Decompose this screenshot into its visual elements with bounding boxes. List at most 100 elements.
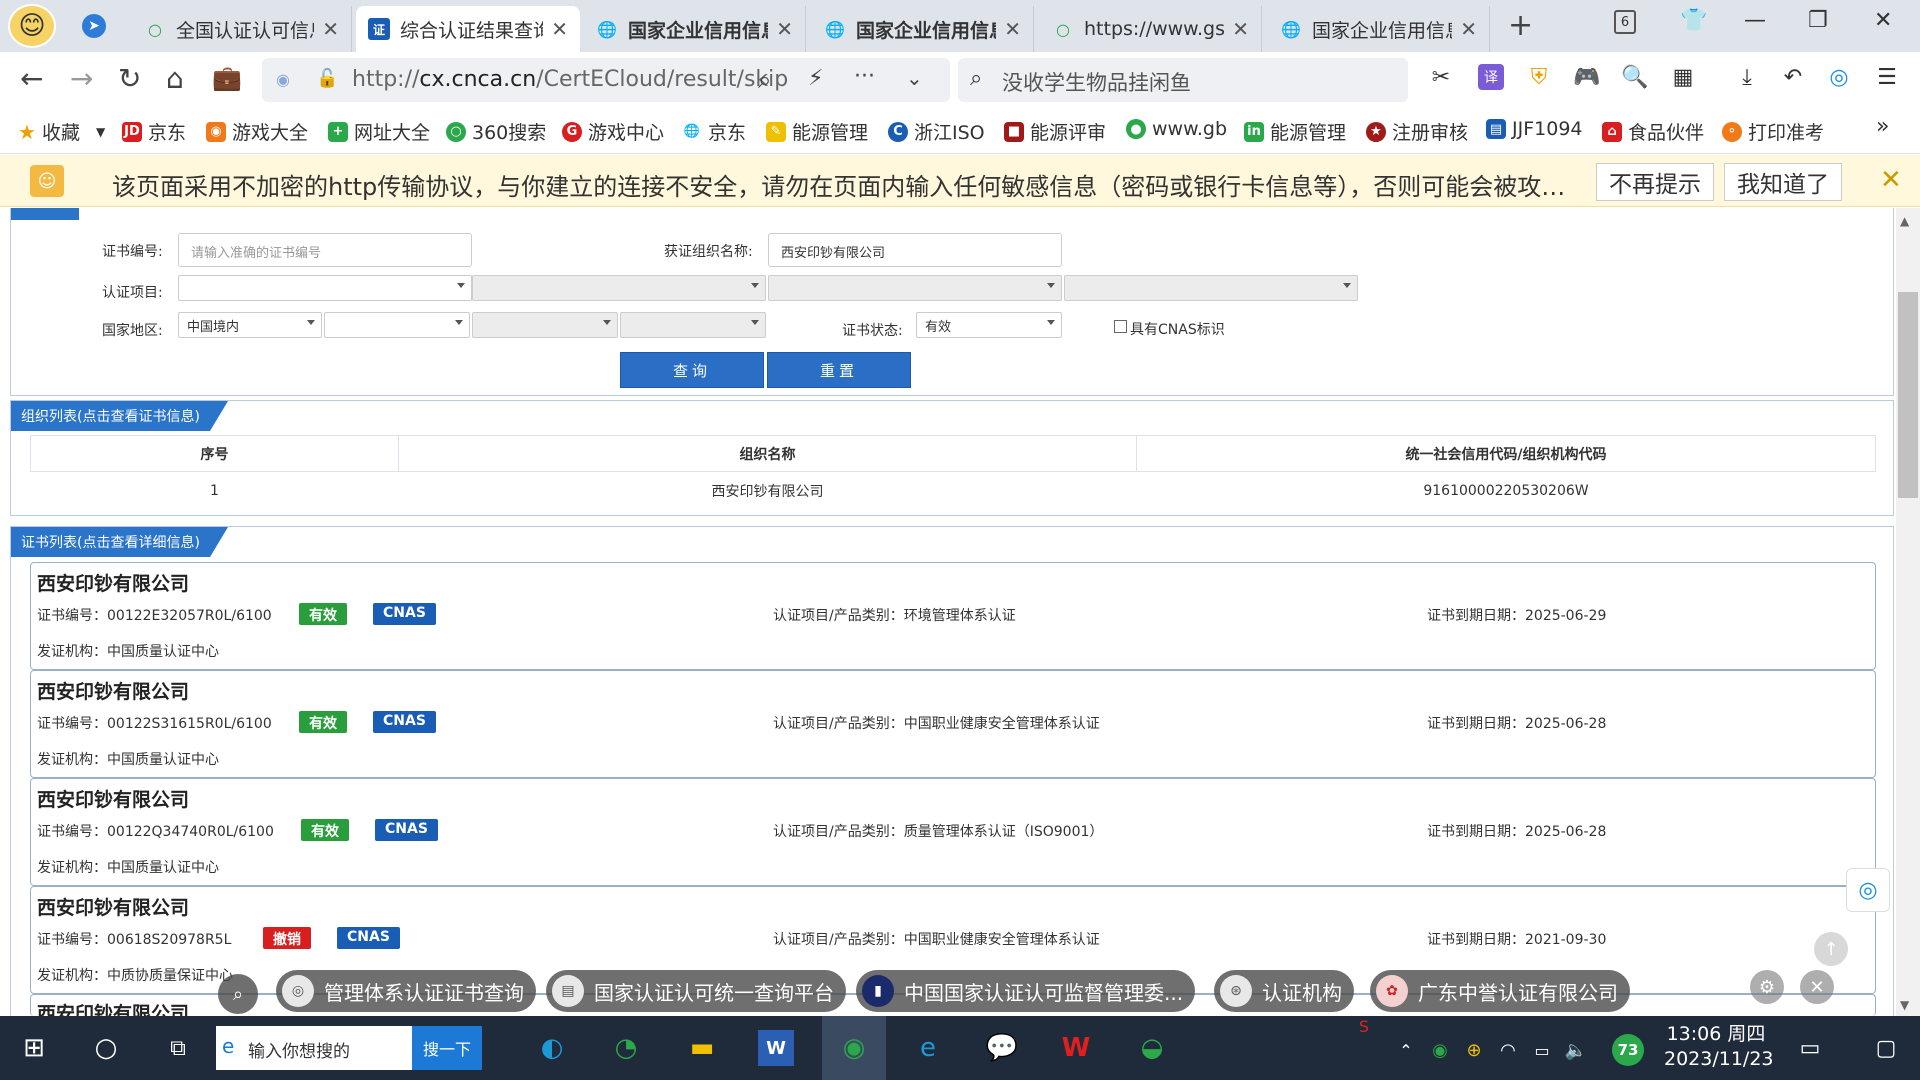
- bookmark-sites[interactable]: + 网址大全: [328, 118, 430, 145]
- home-button[interactable]: ⌂: [166, 62, 184, 95]
- chevron-down-icon[interactable]: ⌄: [906, 66, 923, 90]
- close-icon[interactable]: ✕: [1800, 970, 1834, 1004]
- close-icon[interactable]: ✕: [551, 17, 568, 41]
- action-center-icon[interactable]: ▢: [1868, 1030, 1904, 1066]
- chart-app-icon[interactable]: ◔: [608, 1030, 644, 1066]
- minimize-button[interactable]: —: [1744, 8, 1766, 33]
- telegram-icon[interactable]: ➤: [82, 14, 106, 38]
- table-row[interactable]: 1 西安印钞有限公司 91610000220530206W: [31, 472, 1876, 510]
- reset-button[interactable]: 重置: [767, 352, 911, 388]
- chip-cert-query[interactable]: ◎ 管理体系认证证书查询: [276, 970, 536, 1012]
- tab-6[interactable]: 🌐 国家企业信用信息 ✕: [1268, 6, 1490, 52]
- tab-1[interactable]: ○ 全国认证认可信息 ✕: [132, 6, 352, 52]
- cert-card[interactable]: 西安印钞有限公司 证书编号：00122S31615R0L/6100 有效 CNA…: [30, 670, 1876, 778]
- magnifier-icon[interactable]: 🔍: [1621, 64, 1648, 90]
- query-button[interactable]: 查询: [620, 352, 764, 388]
- battery-percent-badge[interactable]: 73: [1612, 1034, 1644, 1066]
- cortana-icon[interactable]: ○: [88, 1030, 124, 1066]
- scroll-top-icon[interactable]: ↑: [1814, 932, 1848, 966]
- scrollbar-thumb[interactable]: [1898, 292, 1918, 498]
- lightning-icon[interactable]: ⚡: [808, 66, 823, 91]
- cert-status-select[interactable]: 有效: [916, 312, 1062, 338]
- word-icon[interactable]: W: [758, 1030, 794, 1066]
- 360-browser-icon[interactable]: ◉: [836, 1030, 872, 1066]
- chip-cert-bodies[interactable]: ⊛ 认证机构: [1214, 970, 1354, 1012]
- tab-2-active[interactable]: 证 综合认证结果查询 ✕: [356, 6, 580, 52]
- folder-icon[interactable]: ▬: [684, 1030, 720, 1066]
- chip-guangdong-zhongyu[interactable]: ✿ 广东中誉认证有限公司: [1370, 970, 1630, 1012]
- green-app-icon[interactable]: ◒: [1134, 1030, 1170, 1066]
- close-icon[interactable]: ✕: [1880, 165, 1902, 195]
- back-button[interactable]: ←: [20, 62, 43, 95]
- bookmark-food-partner[interactable]: ⌂ 食品伙伴: [1602, 118, 1704, 145]
- bookmark-favorites[interactable]: ★ 收藏 ▼: [18, 118, 105, 145]
- region-select-city[interactable]: [472, 312, 618, 338]
- download-icon[interactable]: ⤓: [1734, 64, 1760, 90]
- cert-item-select-3[interactable]: [768, 275, 1062, 301]
- sync-icon[interactable]: ◎: [1826, 64, 1852, 90]
- taskbar-search-input[interactable]: e 输入你想搜的: [216, 1026, 412, 1070]
- taskbar-search-button[interactable]: 搜一下: [412, 1026, 482, 1070]
- close-icon[interactable]: ✕: [776, 17, 793, 41]
- battery-icon[interactable]: ▭: [1530, 1032, 1554, 1068]
- sync-float-icon[interactable]: ◎: [1846, 868, 1890, 912]
- chevron-up-icon[interactable]: ⌃: [1394, 1032, 1418, 1068]
- insecure-lock-icon[interactable]: 🔓: [316, 68, 338, 89]
- close-icon[interactable]: ✕: [1004, 17, 1021, 41]
- bookmark-jd[interactable]: JD 京东: [122, 118, 186, 145]
- more-icon[interactable]: ···: [854, 64, 875, 89]
- volume-icon[interactable]: 🔈: [1564, 1032, 1588, 1068]
- tray-plus-icon[interactable]: ⊕: [1462, 1032, 1486, 1068]
- menu-icon[interactable]: ☰: [1874, 64, 1900, 90]
- new-tab-button[interactable]: +: [1508, 8, 1533, 43]
- taskbar-clock[interactable]: 13:06 周四 2023/11/23: [1664, 1022, 1774, 1072]
- tab-5[interactable]: ○ https://www.gsx ✕: [1040, 6, 1262, 52]
- bookmark-energy-review[interactable]: ■ 能源评审: [1004, 118, 1106, 145]
- cert-item-select-2[interactable]: [472, 275, 766, 301]
- cert-item-select-4[interactable]: [1064, 275, 1358, 301]
- search-icon[interactable]: ⌕: [758, 66, 771, 94]
- bookmark-energy-2[interactable]: in 能源管理: [1244, 118, 1346, 145]
- region-select-district[interactable]: [620, 312, 766, 338]
- bookmark-jjf1094[interactable]: ▤ JJF1094: [1486, 118, 1583, 140]
- translate-icon[interactable]: 译: [1478, 64, 1504, 90]
- bookmark-360[interactable]: ○ 360搜索: [446, 118, 546, 145]
- restore-button[interactable]: ❐: [1808, 8, 1828, 33]
- scroll-up-icon[interactable]: ▲: [1900, 214, 1909, 228]
- search-icon[interactable]: ⌕: [218, 974, 258, 1014]
- cert-item-select-1[interactable]: [178, 275, 472, 301]
- cert-card[interactable]: 西安印钞有限公司 证书编号：00122Q34740R0L/6100 有效 CNA…: [30, 778, 1876, 886]
- tray-360-icon[interactable]: ◉: [1428, 1032, 1452, 1068]
- scissors-icon[interactable]: ✂: [1428, 64, 1454, 90]
- org-name-input[interactable]: 西安印钞有限公司: [768, 233, 1062, 267]
- notification-icon[interactable]: ▭: [1792, 1030, 1828, 1066]
- search-box[interactable]: ⌕ 没收学生物品挂闲鱼: [958, 58, 1408, 102]
- bookmark-games[interactable]: ◉ 游戏大全: [206, 118, 308, 145]
- bookmark-wwwgb[interactable]: ● www.gb: [1126, 118, 1227, 140]
- bookmark-energy-1[interactable]: ✎ 能源管理: [766, 118, 868, 145]
- address-bar[interactable]: ◉ 🔓 http://cx.cnca.cn/CertECloud/result/…: [262, 58, 950, 102]
- bookmark-zhejiang-iso[interactable]: C 浙江ISO: [888, 118, 985, 145]
- region-select-country[interactable]: 中国境内: [178, 312, 322, 338]
- settings-icon[interactable]: ⚙: [1750, 970, 1784, 1004]
- never-remind-button[interactable]: 不再提示: [1596, 163, 1714, 201]
- close-icon[interactable]: ✕: [1460, 17, 1477, 41]
- user-avatar[interactable]: 😊: [8, 4, 56, 48]
- region-select-province[interactable]: [324, 312, 470, 338]
- forward-button[interactable]: →: [70, 62, 93, 95]
- ie-icon[interactable]: e: [910, 1030, 946, 1066]
- bookmark-jd-2[interactable]: 🌐 京东: [682, 118, 746, 145]
- gamepad-icon[interactable]: 🎮: [1573, 64, 1600, 90]
- task-view-icon[interactable]: ⧉: [160, 1030, 196, 1066]
- undo-icon[interactable]: ↶: [1780, 64, 1806, 90]
- more-bookmarks-icon[interactable]: »: [1876, 114, 1889, 139]
- shield-guard-icon[interactable]: ⛨: [1526, 64, 1552, 90]
- scroll-down-icon[interactable]: ▼: [1900, 998, 1909, 1012]
- bookmark-registration[interactable]: ★ 注册审核: [1366, 118, 1468, 145]
- tab-3[interactable]: 🌐 国家企业信用信息 ✕: [584, 6, 806, 52]
- reload-button[interactable]: ↻: [118, 62, 141, 95]
- shirt-skin-icon[interactable]: 👕: [1680, 8, 1707, 33]
- chip-cnca-platform[interactable]: ▤ 国家认证认可统一查询平台: [546, 970, 846, 1012]
- row-org-name[interactable]: 西安印钞有限公司: [399, 472, 1137, 510]
- got-it-button[interactable]: 我知道了: [1724, 163, 1842, 201]
